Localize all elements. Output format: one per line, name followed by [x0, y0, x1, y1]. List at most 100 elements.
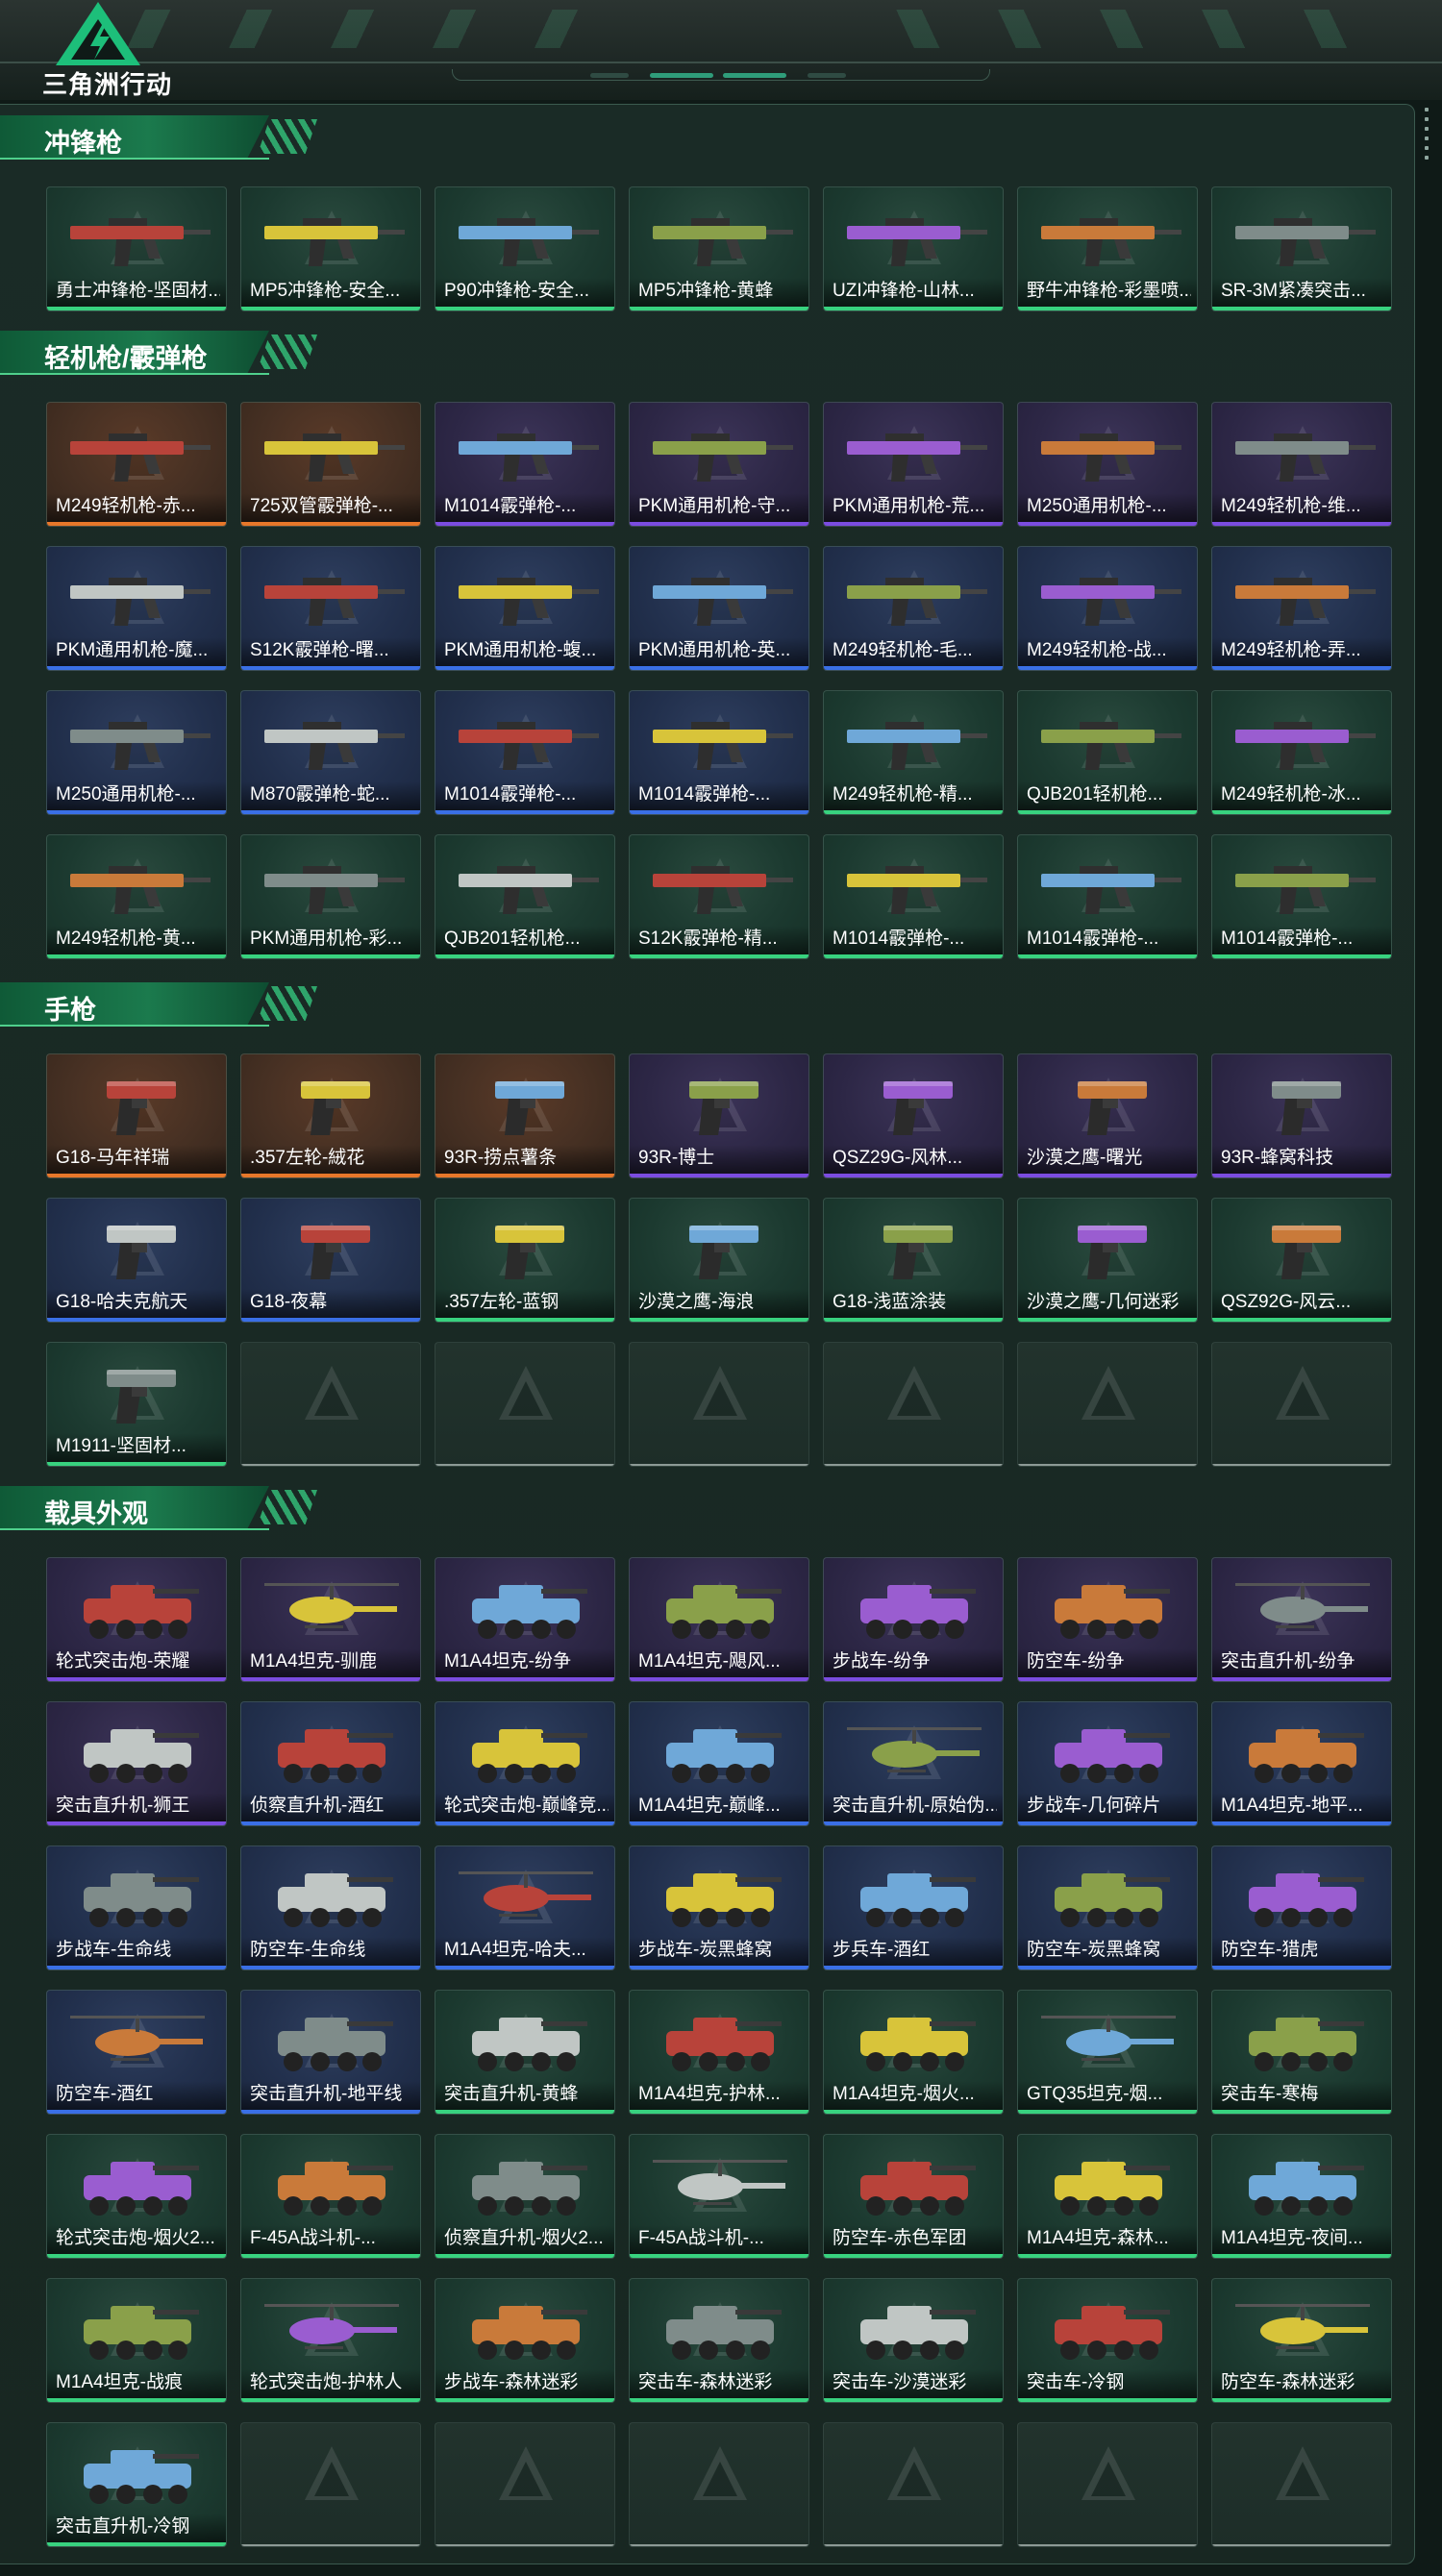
skin-card[interactable]: PKM通用机枪-魔... [46, 546, 227, 671]
skin-card[interactable]: 突击车-寒梅 [1211, 1990, 1392, 2115]
skin-card[interactable]: G18-夜幕 [240, 1198, 421, 1323]
skin-card[interactable]: 沙漠之鹰-几何迷彩 [1017, 1198, 1198, 1323]
vehicle-icon [472, 1729, 587, 1783]
skin-card[interactable]: PKM通用机枪-彩... [240, 834, 421, 959]
skin-card[interactable]: G18-浅蓝涂装 [823, 1198, 1004, 1323]
skin-card[interactable]: 突击车-冷钢 [1017, 2278, 1198, 2403]
skin-card[interactable]: M1A4坦克-驯鹿 [240, 1557, 421, 1682]
skin-card[interactable]: M1014霰弹枪-... [1211, 834, 1392, 959]
skin-card[interactable]: 侦察直升机-烟火2... [435, 2134, 615, 2259]
rarity-bar [435, 1821, 614, 1825]
skin-card[interactable]: M1A4坦克-地平... [1211, 1701, 1392, 1826]
skin-card[interactable]: 步战车-几何碎片 [1017, 1701, 1198, 1826]
skin-card[interactable]: QJB201轻机枪... [1017, 690, 1198, 815]
skin-label-bg: S12K霰弹枪-精... [630, 926, 808, 954]
skin-card[interactable]: 防空车-酒红 [46, 1990, 227, 2115]
skin-card[interactable]: 轮式突击炮-护林人 [240, 2278, 421, 2403]
skin-card[interactable]: M870霰弹枪-蛇... [240, 690, 421, 815]
skin-card[interactable]: 93R-捞点薯条 [435, 1053, 615, 1178]
skin-card[interactable]: 沙漠之鹰-曙光 [1017, 1053, 1198, 1178]
skin-card[interactable]: .357左轮-絨花 [240, 1053, 421, 1178]
skin-card[interactable]: M1014霰弹枪-... [435, 402, 615, 527]
skin-card[interactable]: G18-马年祥瑞 [46, 1053, 227, 1178]
skin-card[interactable]: 防空车-猎虎 [1211, 1845, 1392, 1970]
skin-card[interactable]: M1A4坦克-护林... [629, 1990, 809, 2115]
skin-card[interactable]: 轮式突击炮-荣耀 [46, 1557, 227, 1682]
skin-card[interactable]: S12K霰弹枪-精... [629, 834, 809, 959]
skin-card[interactable]: QSZ92G-风云... [1211, 1198, 1392, 1323]
skin-card[interactable]: 防空车-生命线 [240, 1845, 421, 1970]
gun-icon [1041, 433, 1181, 482]
skin-card[interactable]: 725双管霰弹枪-... [240, 402, 421, 527]
skin-card[interactable]: 侦察直升机-酒红 [240, 1701, 421, 1826]
skin-card[interactable]: 突击直升机-原始伪... [823, 1701, 1004, 1826]
skin-card[interactable]: M249轻机枪-战... [1017, 546, 1198, 671]
skin-card[interactable]: M1A4坦克-纷争 [435, 1557, 615, 1682]
skin-card[interactable]: M1A4坦克-烟火... [823, 1990, 1004, 2115]
skin-card[interactable]: 勇士冲锋枪-坚固材... [46, 186, 227, 311]
skin-card[interactable]: 步战车-生命线 [46, 1845, 227, 1970]
skin-card[interactable]: M1911-坚固材... [46, 1342, 227, 1467]
skin-card[interactable]: MP5冲锋枪-安全... [240, 186, 421, 311]
skin-card[interactable]: QSZ29G-风林... [823, 1053, 1004, 1178]
skin-card[interactable]: 93R-博士 [629, 1053, 809, 1178]
skin-card[interactable]: 轮式突击炮-巅峰竞... [435, 1701, 615, 1826]
skin-card[interactable]: M249轻机枪-冰... [1211, 690, 1392, 815]
skin-card[interactable]: 93R-蜂窝科技 [1211, 1053, 1392, 1178]
skin-card[interactable]: .357左轮-蓝钢 [435, 1198, 615, 1323]
skin-card[interactable]: PKM通用机枪-荒... [823, 402, 1004, 527]
skin-card[interactable]: M249轻机枪-维... [1211, 402, 1392, 527]
skin-card[interactable]: UZI冲锋枪-山林... [823, 186, 1004, 311]
skin-card[interactable]: M249轻机枪-弄... [1211, 546, 1392, 671]
skin-card[interactable]: P90冲锋枪-安全... [435, 186, 615, 311]
skin-card[interactable]: M249轻机枪-精... [823, 690, 1004, 815]
skin-card[interactable]: M1014霰弹枪-... [823, 834, 1004, 959]
skin-card[interactable]: M249轻机枪-黄... [46, 834, 227, 959]
skin-card[interactable]: 突击车-森林迷彩 [629, 2278, 809, 2403]
skin-card[interactable]: 突击直升机-冷钢 [46, 2422, 227, 2547]
skin-card[interactable]: 突击直升机-纷争 [1211, 1557, 1392, 1682]
skin-card[interactable]: 突击直升机-黄蜂 [435, 1990, 615, 2115]
skin-card[interactable]: M1014霰弹枪-... [629, 690, 809, 815]
skin-card[interactable]: 突击直升机-狮王 [46, 1701, 227, 1826]
skin-card[interactable]: 突击直升机-地平线 [240, 1990, 421, 2115]
skin-card[interactable]: 步战车-纷争 [823, 1557, 1004, 1682]
scroll-indicator[interactable] [1425, 108, 1430, 165]
skin-card[interactable]: M1A4坦克-哈夫... [435, 1845, 615, 1970]
skin-card[interactable]: M250通用机枪-... [1017, 402, 1198, 527]
rarity-bar [630, 2254, 808, 2258]
skin-card[interactable]: 步战车-炭黑蜂窝 [629, 1845, 809, 1970]
skin-card[interactable]: PKM通用机枪-蝮... [435, 546, 615, 671]
skin-card[interactable]: M1A4坦克-战痕 [46, 2278, 227, 2403]
skin-card[interactable]: 突击车-沙漠迷彩 [823, 2278, 1004, 2403]
skin-card[interactable]: S12K霰弹枪-曙... [240, 546, 421, 671]
skin-card[interactable]: 防空车-炭黑蜂窝 [1017, 1845, 1198, 1970]
skin-card[interactable]: 野牛冲锋枪-彩墨喷... [1017, 186, 1198, 311]
skin-card[interactable]: GTQ35坦克-烟... [1017, 1990, 1198, 2115]
skin-card[interactable]: 步战车-森林迷彩 [435, 2278, 615, 2403]
skin-card[interactable]: M1A4坦克-巅峰... [629, 1701, 809, 1826]
skin-card[interactable]: 轮式突击炮-烟火2... [46, 2134, 227, 2259]
skin-card[interactable]: F-45A战斗机-... [629, 2134, 809, 2259]
skin-card[interactable]: SR-3M紧凑突击... [1211, 186, 1392, 311]
skin-card[interactable]: 步兵车-酒红 [823, 1845, 1004, 1970]
skin-card[interactable]: M1A4坦克-飓风... [629, 1557, 809, 1682]
skin-card[interactable]: MP5冲锋枪-黄蜂 [629, 186, 809, 311]
skin-card[interactable]: 沙漠之鹰-海浪 [629, 1198, 809, 1323]
skin-card[interactable]: M1014霰弹枪-... [435, 690, 615, 815]
skin-card[interactable]: G18-哈夫克航天 [46, 1198, 227, 1323]
skin-card[interactable]: M1A4坦克-夜间... [1211, 2134, 1392, 2259]
skin-card[interactable]: 防空车-森林迷彩 [1211, 2278, 1392, 2403]
skin-card[interactable]: PKM通用机枪-英... [629, 546, 809, 671]
skin-card[interactable]: PKM通用机枪-守... [629, 402, 809, 527]
skin-card[interactable]: 防空车-赤色军团 [823, 2134, 1004, 2259]
skin-card[interactable]: M250通用机枪-... [46, 690, 227, 815]
skin-card[interactable]: F-45A战斗机-... [240, 2134, 421, 2259]
skin-card[interactable]: QJB201轻机枪... [435, 834, 615, 959]
skin-card[interactable]: M1A4坦克-森林... [1017, 2134, 1198, 2259]
skin-card[interactable]: M1014霰弹枪-... [1017, 834, 1198, 959]
skin-card[interactable]: M249轻机枪-赤... [46, 402, 227, 527]
skin-card[interactable]: 防空车-纷争 [1017, 1557, 1198, 1682]
skin-card[interactable]: M249轻机枪-毛... [823, 546, 1004, 671]
skin-label-bg: G18-夜幕 [241, 1289, 420, 1318]
